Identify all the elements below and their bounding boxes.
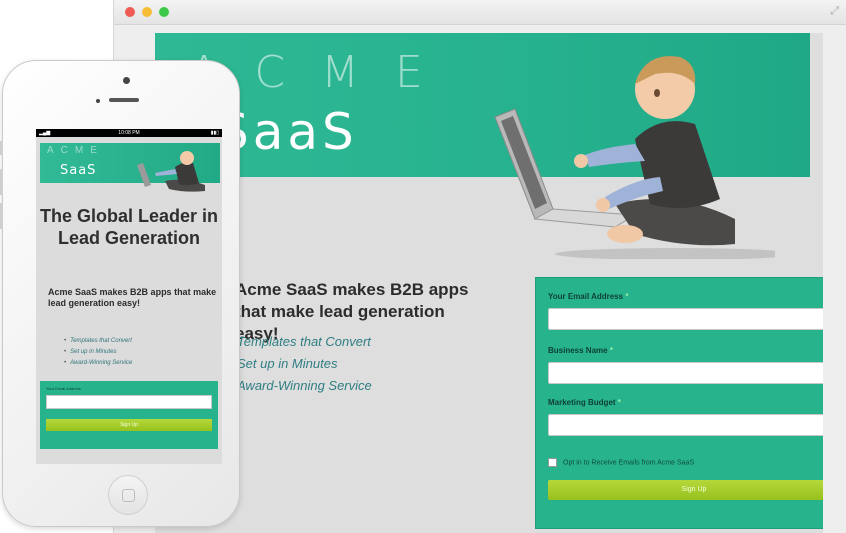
optin-checkbox[interactable] [548,458,557,467]
mobile-logo-main: SaaS [60,163,97,178]
browser-titlebar: ⤢ [114,0,846,25]
mobile-feature-item: Templates that Convert [64,336,132,347]
feature-item: Set up in Minutes [237,356,338,371]
marketing-budget-label: Marketing Budget * [548,398,621,407]
zoom-dot-icon[interactable] [159,7,169,17]
mobile-email-label: Your Email Address [46,386,81,391]
mobile-subtitle: Acme SaaS makes B2B apps that make lead … [48,287,217,308]
email-label: Your Email Address * [548,292,629,301]
expand-icon[interactable]: ⤢ [830,5,839,18]
volume-up-button [0,169,3,195]
volume-down-button [0,203,3,229]
home-square [122,489,135,502]
optin-label: Opt in to Receive Emails from Acme SaaS [563,459,695,467]
email-field[interactable] [548,308,823,330]
minimize-dot-icon[interactable] [142,7,152,17]
desktop-page: ACME SaaS Acme SaaS makes B2B apps that … [155,33,823,533]
baby-laptop-image [494,56,775,259]
feature-item: Award-Winning Service [237,378,372,393]
feature-item: Templates that Convert [237,334,371,349]
status-bar: ▂▄▆ 10:08 PM ▮▮▯ [36,129,222,137]
mute-switch [0,141,3,155]
sensor-dot [96,99,100,103]
close-dot-icon[interactable] [125,7,135,17]
mobile-feature-list: Templates that Convert Set up in Minutes… [64,336,132,369]
front-camera-icon [123,77,130,84]
mobile-logo-top: ACME [47,145,104,156]
signup-form: Your Email Address * Business Name * Mar… [535,277,823,529]
business-name-field[interactable] [548,362,823,384]
status-time: 10:08 PM [118,130,140,136]
mobile-signup-button[interactable]: Sign Up [46,419,212,431]
signup-button[interactable]: Sign Up [548,480,823,500]
battery-icon: ▮▮▯ [210,130,219,136]
mobile-feature-item: Set up in Minutes [64,347,132,358]
mobile-feature-item: Award-Winning Service [64,358,132,369]
speaker-grille [109,98,139,102]
business-name-label: Business Name * [548,346,613,355]
mobile-hero-banner: ACME SaaS [40,143,220,192]
mobile-screen: ▂▄▆ 10:08 PM ▮▮▯ ACME SaaS The Global Le… [36,129,222,464]
marketing-budget-select[interactable]: ▾ [548,414,823,436]
desktop-feature-list: Templates that Convert Set up in Minutes… [237,331,372,397]
mobile-phone-frame: ▂▄▆ 10:08 PM ▮▮▯ ACME SaaS The Global Le… [0,60,240,527]
mobile-baby-image [137,151,205,192]
optin-checkbox-row[interactable]: Opt in to Receive Emails from Acme SaaS [548,458,694,467]
mobile-email-field[interactable] [46,395,212,409]
mobile-page-title: The Global Leader in Lead Generation [39,206,219,248]
mobile-signup-form: Your Email Address Sign Up [40,381,218,449]
home-button-icon[interactable] [108,475,148,515]
